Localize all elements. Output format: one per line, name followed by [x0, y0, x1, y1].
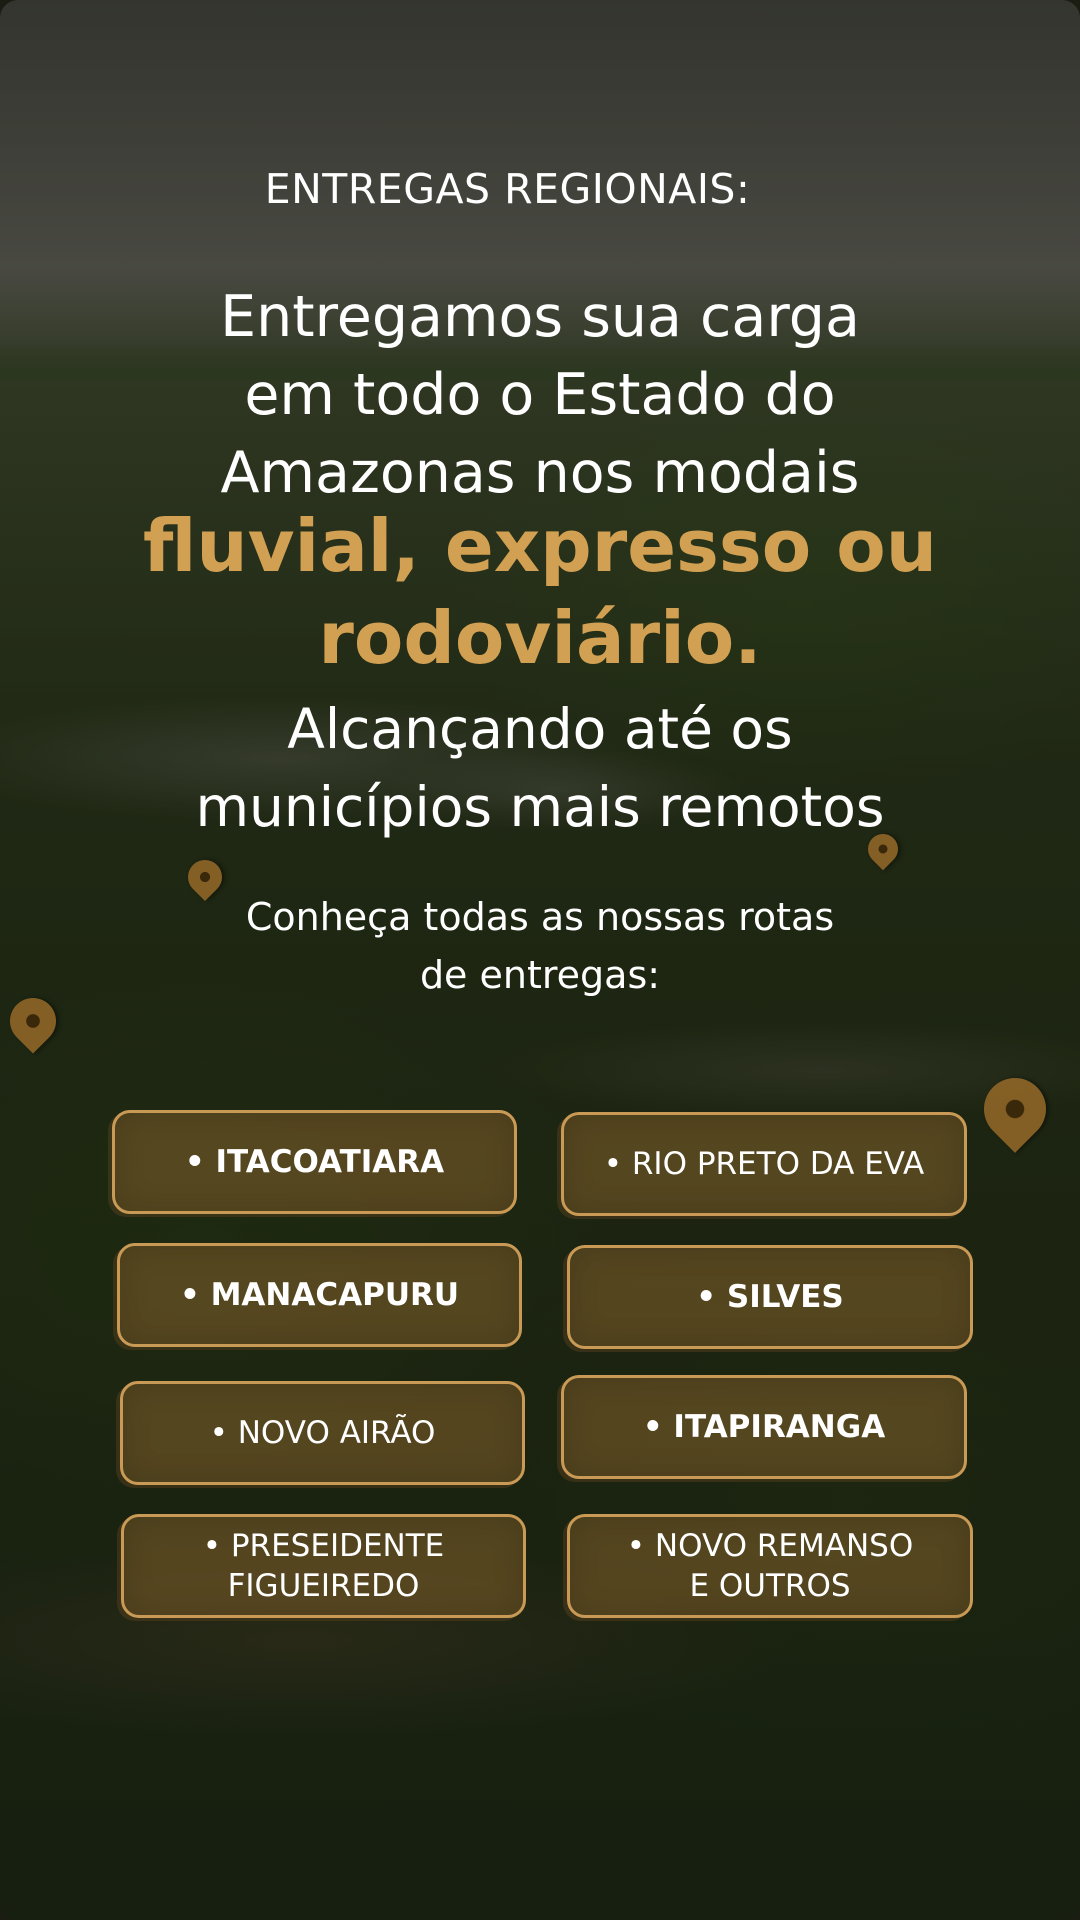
subline-line: municípios mais remotos	[195, 775, 885, 839]
route-label: • ITACOATIARA	[184, 1144, 445, 1180]
route-label-line: FIGUEIREDO	[227, 1568, 420, 1604]
routes-intro-line: de entregas:	[419, 953, 661, 997]
route-label: • NOVO REMANSO E OUTROS	[627, 1526, 913, 1606]
map-pin-icon	[971, 1065, 1059, 1153]
route-button-itacoatiara[interactable]: • ITACOATIARA	[112, 1110, 517, 1214]
reach-subline: Alcançando até os municípios mais remoto…	[0, 690, 1080, 846]
routes-intro-line: Conheça todas as nossas rotas	[245, 895, 835, 939]
route-label: • RIO PRETO DA EVA	[603, 1146, 925, 1182]
headline: Entregamos sua carga em todo o Estado do…	[0, 278, 1080, 512]
route-label: • PRESEIDENTE FIGUEIREDO	[203, 1526, 445, 1606]
route-label: • MANACAPURU	[179, 1277, 460, 1313]
highlight-line: fluvial, expresso ou	[142, 504, 938, 588]
headline-line: em todo o Estado do	[244, 362, 836, 428]
route-label-line: • PRESEIDENTE	[202, 1528, 445, 1564]
regional-deliveries-card: ENTREGAS REGIONAIS: Entregamos sua carga…	[0, 0, 1080, 1920]
highlight-line: rodoviário.	[318, 596, 762, 680]
route-label: • ITAPIRANGA	[642, 1409, 886, 1445]
route-button-presidente-figueiredo[interactable]: • PRESEIDENTE FIGUEIREDO	[121, 1514, 526, 1618]
subline-line: Alcançando até os	[287, 697, 793, 761]
route-label: • SILVES	[696, 1279, 844, 1315]
route-button-rio-preto-da-eva[interactable]: • RIO PRETO DA EVA	[561, 1112, 967, 1216]
section-eyebrow: ENTREGAS REGIONAIS:	[264, 165, 751, 213]
route-button-manacapuru[interactable]: • MANACAPURU	[117, 1243, 522, 1347]
route-button-novo-airao[interactable]: • NOVO AIRÃO	[120, 1381, 525, 1485]
route-label-line: E OUTROS	[689, 1568, 851, 1604]
route-label-line: • NOVO REMANSO	[626, 1528, 914, 1564]
route-label: • NOVO AIRÃO	[209, 1415, 436, 1451]
route-button-silves[interactable]: • SILVES	[567, 1245, 973, 1349]
modal-highlight: fluvial, expresso ou rodoviário.	[0, 500, 1080, 684]
headline-line: Entregamos sua carga	[220, 284, 860, 350]
routes-intro: Conheça todas as nossas rotas de entrega…	[0, 888, 1080, 1004]
route-button-itapiranga[interactable]: • ITAPIRANGA	[561, 1375, 967, 1479]
route-button-novo-remanso[interactable]: • NOVO REMANSO E OUTROS	[567, 1514, 973, 1618]
